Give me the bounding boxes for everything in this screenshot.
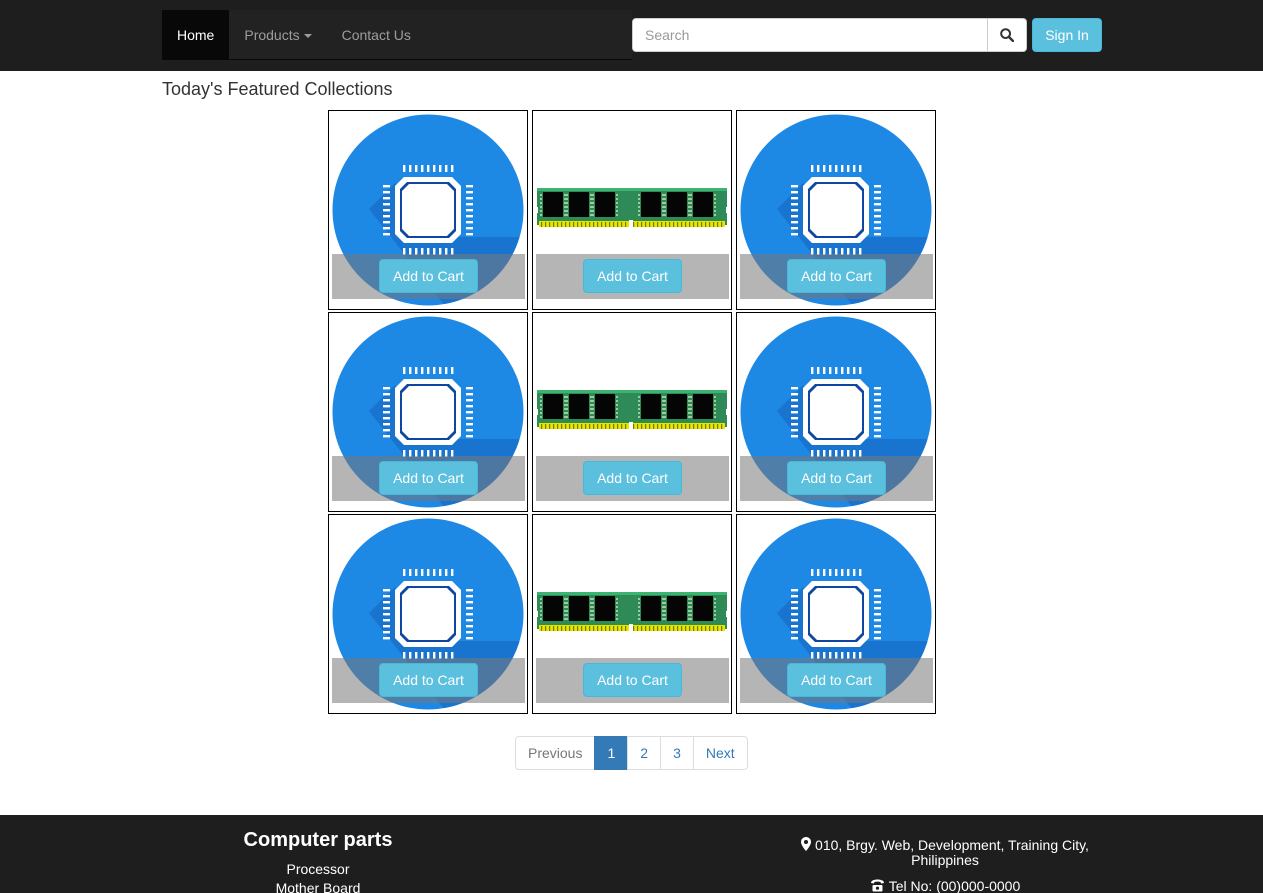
top-navbar: Home Products Contact Us Sign In [0,0,1263,71]
nav-contact-label: Contact Us [341,27,411,43]
nav-products-label: Products [244,27,300,43]
product-card[interactable]: Add to Cart [736,514,936,714]
pagination-page-2[interactable]: 2 [627,736,662,770]
nav-menu: Home Products Contact Us [162,10,632,60]
nav-products-dropdown[interactable]: Products [229,10,326,60]
caret-down-icon [303,34,312,39]
footer-address: 010, Brgy. Web, Development, Training Ci… [790,837,1100,868]
product-card[interactable]: Add to Cart [328,514,528,714]
add-to-cart-button[interactable]: Add to Cart [379,461,478,495]
footer-links: Processor Mother Board [168,860,468,893]
search-input[interactable] [632,18,988,52]
pagination: Previous 1 2 3 Next [515,736,748,770]
add-to-cart-button[interactable]: Add to Cart [583,259,682,293]
pagination-page-1[interactable]: 1 [594,736,629,770]
footer-title: Computer parts [243,829,393,851]
phone-icon [870,879,884,892]
search-group [632,18,1027,52]
nav-contact-link[interactable]: Contact Us [327,10,426,60]
add-to-cart-button[interactable]: Add to Cart [379,663,478,697]
pagination-next[interactable]: Next [692,736,748,770]
page-title: Today's Featured Collections [162,79,393,99]
product-card[interactable]: Add to Cart [736,312,936,512]
footer-link-processor[interactable]: Processor [168,860,468,879]
pagination-page-3[interactable]: 3 [660,736,694,770]
add-to-cart-button[interactable]: Add to Cart [787,663,886,697]
product-card[interactable]: Add to Cart [532,110,732,310]
sign-in-button[interactable]: Sign In [1032,18,1102,52]
map-marker-icon [801,837,812,851]
search-button[interactable] [988,18,1027,52]
footer-link-motherboard[interactable]: Mother Board [168,879,468,893]
nav-home-link[interactable]: Home [162,10,230,60]
footer: Computer parts Processor Mother Board 01… [0,815,1263,893]
footer-tel-text: Tel No: (00)000-0000 [888,878,1021,893]
add-to-cart-button[interactable]: Add to Cart [787,461,886,495]
add-to-cart-button[interactable]: Add to Cart [583,663,682,697]
nav-home-label: Home [177,27,215,43]
search-icon [1000,28,1014,42]
add-to-cart-button[interactable]: Add to Cart [583,461,682,495]
product-card[interactable]: Add to Cart [328,312,528,512]
product-card[interactable]: Add to Cart [736,110,936,310]
add-to-cart-button[interactable]: Add to Cart [787,259,886,293]
product-card[interactable]: Add to Cart [328,110,528,310]
product-grid: Add to Cart Add to Cart Add to Cart Add … [328,110,936,714]
footer-tel: Tel No: (00)000-0000 [790,878,1100,893]
product-card[interactable]: Add to Cart [532,312,732,512]
pagination-previous[interactable]: Previous [515,736,596,770]
product-card[interactable]: Add to Cart [532,514,732,714]
add-to-cart-button[interactable]: Add to Cart [379,259,478,293]
footer-address-text: 010, Brgy. Web, Development, Training Ci… [815,837,1089,868]
